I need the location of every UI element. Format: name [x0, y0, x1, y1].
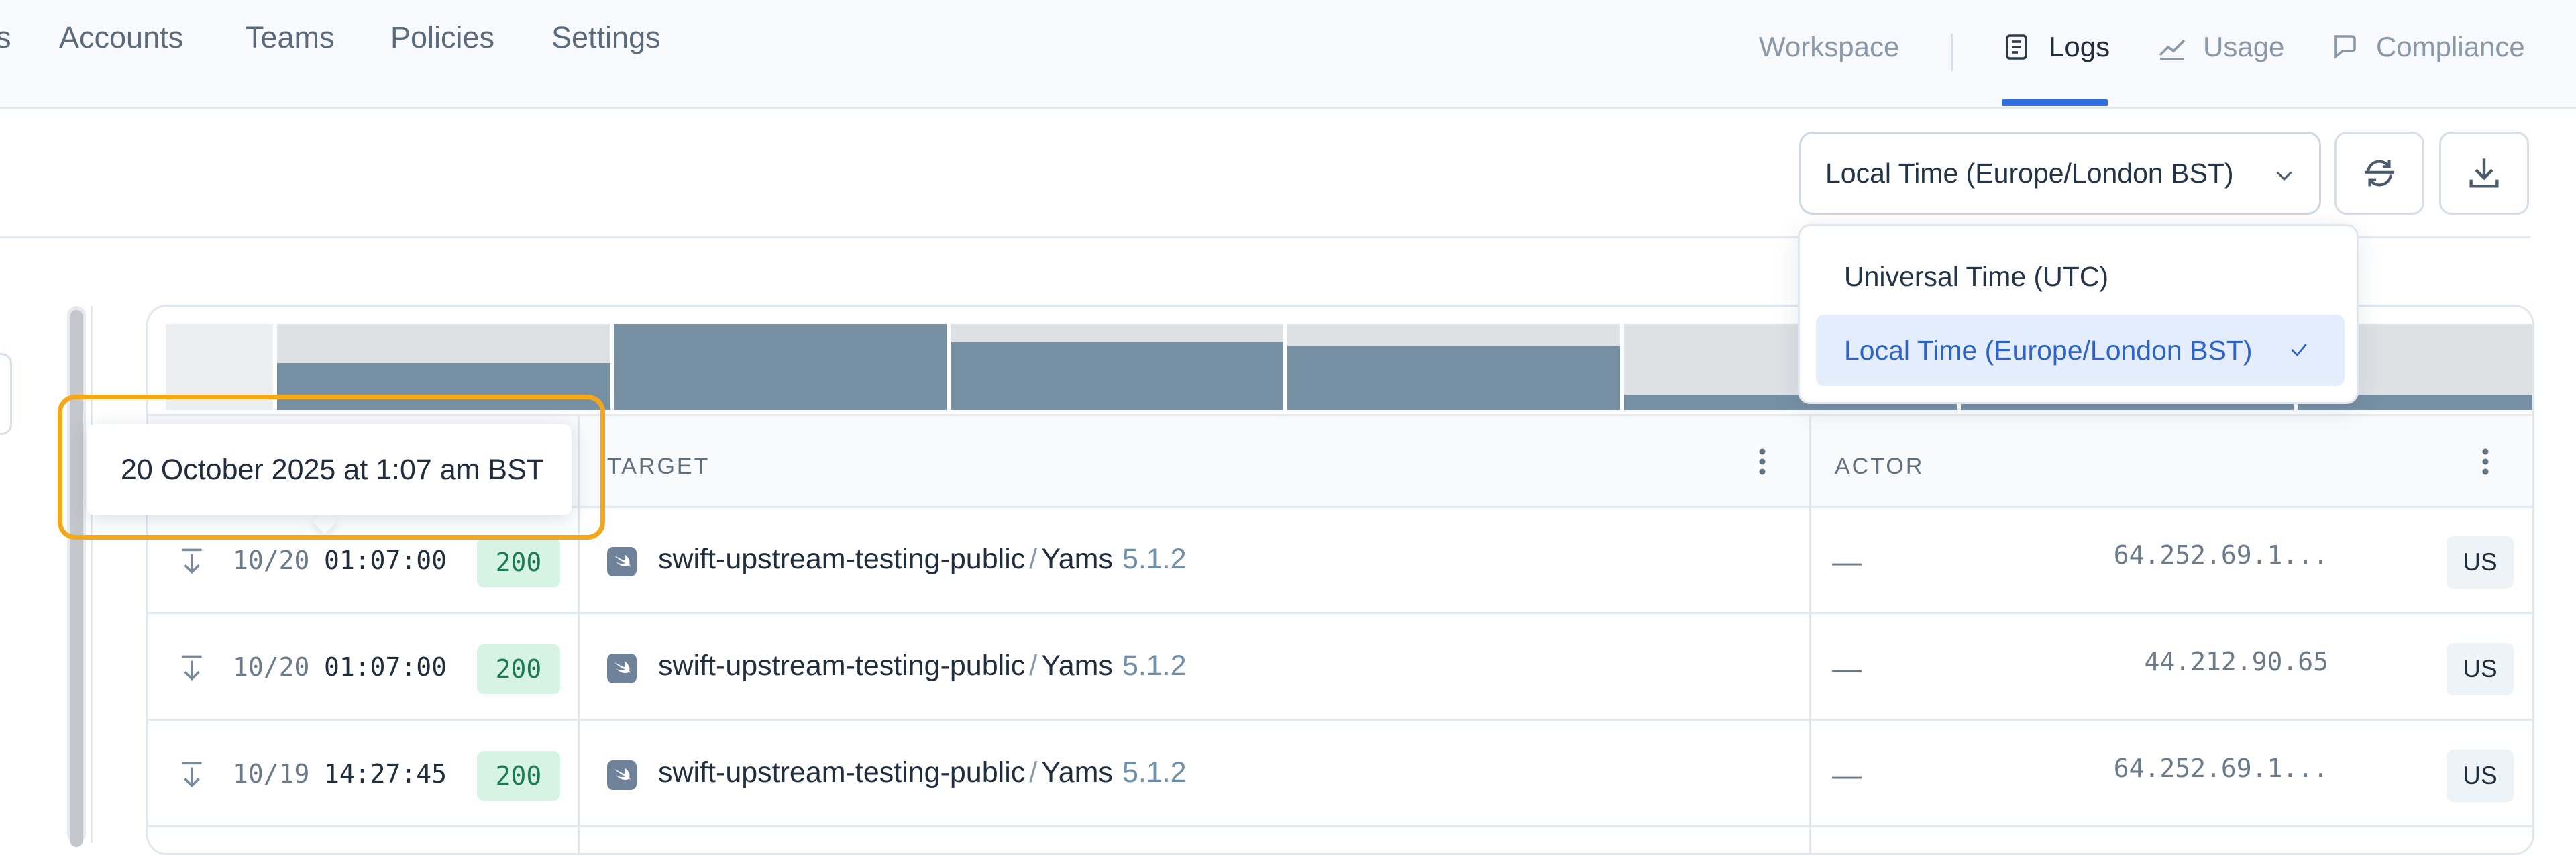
target-package[interactable]: swift-upstream-testing-public / Yams 5.1.2	[658, 756, 1187, 789]
nav-divider	[1951, 34, 1953, 71]
path-separator: /	[1029, 650, 1038, 682]
country-badge: US	[2447, 536, 2514, 589]
actor-value: —	[1832, 546, 1862, 579]
package-name[interactable]: Yams	[1041, 756, 1113, 789]
top-nav: s Accounts Teams Policies Settings Works…	[0, 0, 2576, 109]
package-owner[interactable]: swift-upstream-testing-public	[658, 543, 1025, 575]
package-name[interactable]: Yams	[1041, 650, 1113, 682]
timezone-select-value: Local Time (Europe/London BST)	[1825, 157, 2234, 189]
highlight-outline	[58, 395, 605, 540]
tab-compliance[interactable]: Compliance	[2329, 31, 2525, 63]
logs-icon	[2006, 34, 2027, 60]
nav-item-accounts[interactable]: Accounts	[59, 20, 183, 55]
log-date[interactable]: 10/20	[233, 546, 309, 575]
check-icon	[2291, 344, 2307, 356]
tab-logs-label: Logs	[2049, 31, 2110, 62]
tab-usage-label: Usage	[2203, 31, 2285, 62]
swift-icon	[607, 547, 637, 576]
timezone-option-label: Local Time (Europe/London BST)	[1844, 334, 2253, 366]
log-date[interactable]: 10/19	[233, 759, 309, 789]
ip-address: 44.212.90.65	[2144, 647, 2328, 676]
download-button[interactable]	[2439, 132, 2529, 215]
status-badge: 200	[477, 538, 560, 587]
package-owner[interactable]: swift-upstream-testing-public	[658, 650, 1025, 682]
status-badge: 200	[477, 751, 560, 801]
actor-value: —	[1832, 759, 1862, 792]
histogram-bar-fill	[614, 324, 947, 410]
column-header-actor[interactable]: ACTOR	[1835, 454, 1924, 480]
timezone-select[interactable]: Local Time (Europe/London BST)	[1799, 132, 2321, 215]
refresh-button[interactable]	[2334, 132, 2424, 215]
path-separator: /	[1029, 756, 1038, 789]
table-row[interactable]: 10/19 14:27:45 200 swift-upstream-testing-p…	[148, 721, 2532, 827]
histogram-bar[interactable]	[614, 324, 947, 410]
status-badge: 200	[477, 644, 560, 694]
package-version: 5.1.2	[1122, 543, 1187, 575]
column-header-target[interactable]: TARGET	[607, 454, 710, 480]
nav-item-settings[interactable]: Settings	[551, 20, 661, 55]
country-badge: US	[2447, 750, 2514, 802]
download-icon	[2469, 158, 2499, 188]
chevron-down-icon	[2276, 171, 2292, 181]
table-row[interactable]: 10/20 01:07:00 200 swift-upstream-testing-p…	[148, 615, 2532, 721]
timezone-option-local[interactable]: Local Time (Europe/London BST)	[1816, 315, 2345, 386]
histogram-bar-fill	[1287, 346, 1620, 410]
ip-address: 64.252.69.1...	[2113, 754, 2328, 783]
more-options-icon[interactable]	[1758, 447, 1766, 476]
nav-item-policies[interactable]: Policies	[390, 20, 494, 55]
swift-icon	[607, 760, 637, 790]
more-options-icon[interactable]	[2481, 447, 2489, 476]
swift-icon	[607, 654, 637, 683]
tab-usage[interactable]: Usage	[2156, 31, 2284, 63]
target-package[interactable]: swift-upstream-testing-public / Yams 5.1.2	[658, 650, 1187, 683]
tab-logs[interactable]: Logs	[2002, 31, 2110, 63]
timezone-dropdown-menu: Universal Time (UTC) Local Time (Europe/…	[1798, 224, 2359, 404]
log-time[interactable]: 01:07:00	[324, 546, 447, 575]
workspace-link[interactable]: Workspace	[1759, 31, 1899, 63]
timezone-option-label: Universal Time (UTC)	[1844, 260, 2109, 292]
package-version: 5.1.2	[1122, 756, 1187, 789]
histogram-bar[interactable]	[951, 324, 1283, 410]
target-package[interactable]: swift-upstream-testing-public / Yams 5.1.2	[658, 543, 1187, 576]
log-date[interactable]: 10/20	[233, 652, 309, 682]
chart-line-icon	[2159, 39, 2186, 60]
path-separator: /	[1029, 543, 1038, 575]
package-version: 5.1.2	[1122, 650, 1187, 682]
actor-value: —	[1832, 652, 1862, 685]
refresh-icon	[2365, 160, 2394, 187]
country-badge: US	[2447, 643, 2514, 695]
download-arrow-icon	[182, 655, 202, 681]
ip-address: 64.252.69.1...	[2113, 540, 2328, 570]
scrollbar-thumb[interactable]	[70, 310, 83, 847]
download-arrow-icon	[182, 762, 202, 788]
panel-divider	[91, 306, 93, 843]
log-time[interactable]: 01:07:00	[324, 652, 447, 682]
package-name[interactable]: Yams	[1041, 543, 1113, 575]
histogram-bar-fill	[951, 342, 1283, 410]
timezone-option-utc[interactable]: Universal Time (UTC)	[1816, 241, 2345, 312]
download-arrow-icon	[182, 548, 202, 574]
left-panel-control[interactable]	[0, 353, 12, 435]
tab-compliance-label: Compliance	[2376, 31, 2525, 62]
active-tab-indicator	[2002, 99, 2108, 106]
package-owner[interactable]: swift-upstream-testing-public	[658, 756, 1025, 789]
nav-item-truncated[interactable]: s	[0, 20, 11, 55]
compliance-icon	[2334, 35, 2356, 59]
nav-item-teams[interactable]: Teams	[246, 20, 335, 55]
log-time[interactable]: 14:27:45	[324, 759, 447, 789]
histogram-bar[interactable]	[1287, 324, 1620, 410]
